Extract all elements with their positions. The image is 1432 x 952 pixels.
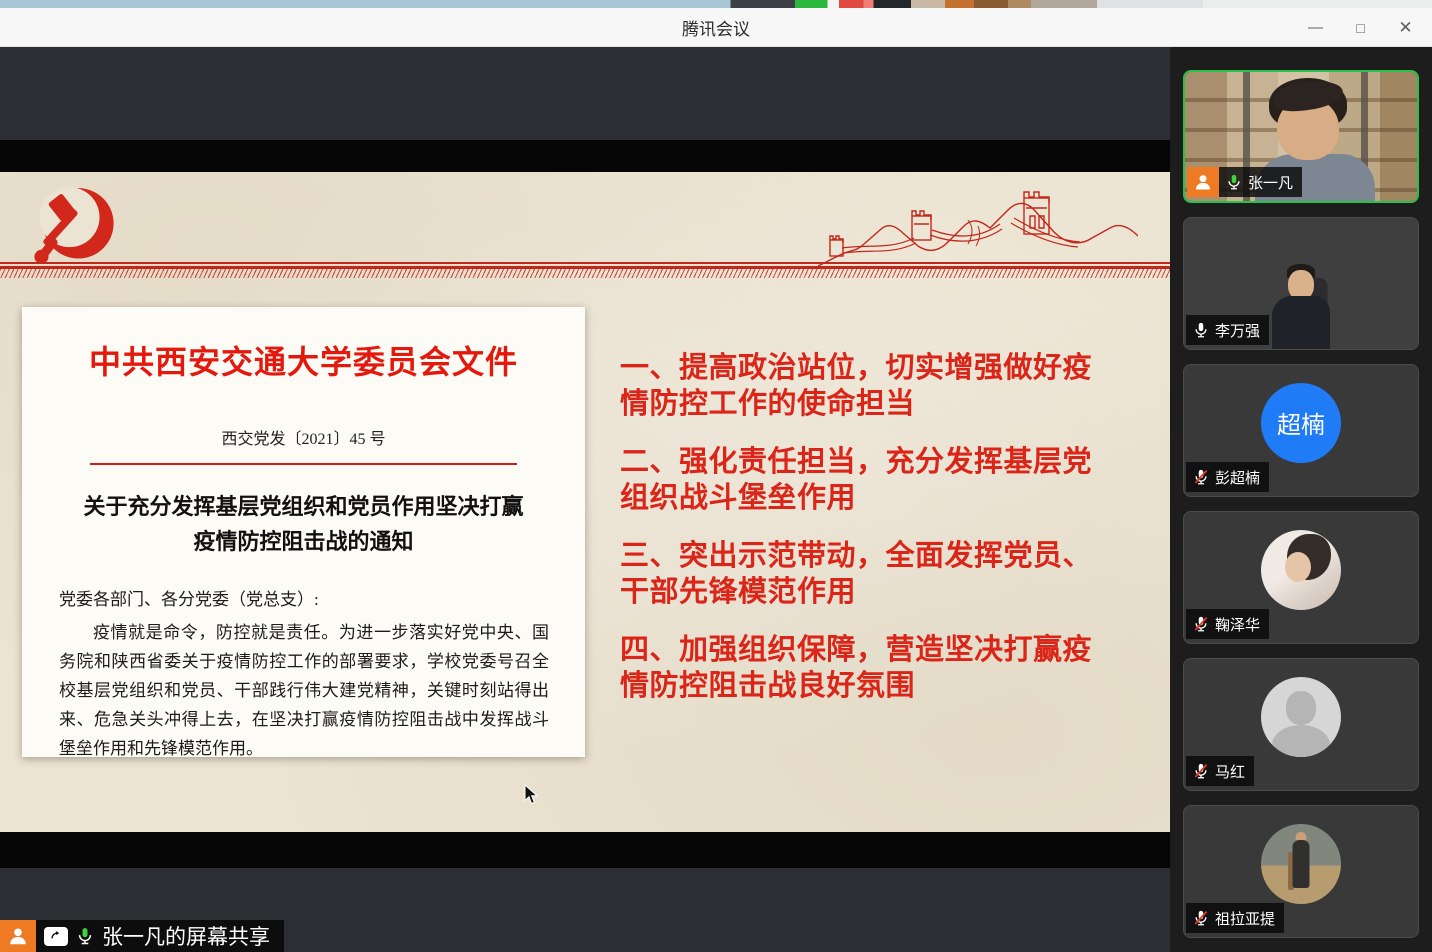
document-salutation: 党委各部门、各分党委（党总支）: bbox=[59, 590, 319, 609]
screen-share-banner: 张一凡的屏幕共享 bbox=[0, 920, 284, 952]
host-badge-icon bbox=[1187, 167, 1219, 197]
document-red-rule bbox=[89, 463, 518, 465]
slide-point-2: 二、强化责任担当，充分发挥基层党组织战斗堡垒作用 bbox=[620, 446, 1093, 514]
participant-tile-liwanqiang[interactable]: 李万强 bbox=[1183, 217, 1419, 350]
slide-point-4: 四、加强组织保障，营造坚决打赢疫情防控阻击战良好氛围 bbox=[620, 634, 1093, 702]
mouse-cursor bbox=[524, 784, 538, 805]
document-title: 关于充分发挥基层党组织和党员作用坚决打赢 疫情防控阻击战的通知 bbox=[22, 489, 585, 559]
window-title: 腾讯会议 bbox=[682, 20, 750, 39]
maximize-button[interactable]: □ bbox=[1338, 8, 1383, 47]
tencent-meeting-window: 腾讯会议 — □ ✕ 中共西安交通大学委员会文件 西交党发〔2021〕45 号 … bbox=[0, 0, 1432, 952]
title-bar: 腾讯会议 — □ ✕ bbox=[0, 8, 1432, 47]
meeting-main-area: 中共西安交通大学委员会文件 西交党发〔2021〕45 号 关于充分发挥基层党组织… bbox=[0, 47, 1432, 952]
document-title-line2: 疫情防控阻击战的通知 bbox=[193, 529, 414, 554]
mic-muted-icon bbox=[1194, 616, 1208, 632]
screen-share-banner-body: 张一凡的屏幕共享 bbox=[36, 920, 284, 952]
minimize-button[interactable]: — bbox=[1293, 8, 1338, 47]
slide-points: 一、提高政治站位，切实增强做好疫情防控工作的使命担当 二、强化责任担当，充分发挥… bbox=[620, 350, 1120, 726]
party-emblem-icon bbox=[26, 182, 122, 270]
participant-name: 鞠泽华 bbox=[1215, 616, 1261, 634]
shared-screen-stage: 中共西安交通大学委员会文件 西交党发〔2021〕45 号 关于充分发挥基层党组织… bbox=[0, 47, 1170, 952]
participant-name: 祖拉亚提 bbox=[1215, 910, 1276, 928]
document-number: 西交党发〔2021〕45 号 bbox=[221, 431, 386, 448]
mic-on-icon bbox=[1195, 322, 1207, 338]
document-body: 疫情就是命令，防控就是责任。为进一步落实好党中央、国务院和陕西省委关于疫情防控工… bbox=[59, 623, 549, 758]
avatar bbox=[1261, 529, 1341, 610]
participant-tile-mahong[interactable]: 马红 bbox=[1183, 658, 1419, 791]
letterbox-bottom bbox=[0, 832, 1170, 868]
great-wall-illustration bbox=[818, 184, 1138, 268]
slide-point-1: 一、提高政治站位，切实增强做好疫情防控工作的使命担当 bbox=[620, 352, 1093, 420]
window-controls: — □ ✕ bbox=[1293, 8, 1428, 47]
participant-sidebar: 张一凡 李万强 超楠 彭超楠 鞠泽华 马红 祖拉亚提 bbox=[1170, 47, 1432, 952]
participant-tile-juzehua[interactable]: 鞠泽华 bbox=[1183, 511, 1419, 644]
participant-name: 张一凡 bbox=[1248, 174, 1294, 192]
close-button[interactable]: ✕ bbox=[1383, 8, 1428, 47]
screen-share-label: 张一凡的屏幕共享 bbox=[102, 926, 270, 949]
avatar-silhouette bbox=[1261, 676, 1341, 757]
host-badge-icon bbox=[0, 920, 36, 952]
participant-tile-zulayati[interactable]: 祖拉亚提 bbox=[1183, 805, 1419, 938]
mic-on-icon bbox=[78, 928, 92, 945]
official-document: 中共西安交通大学委员会文件 西交党发〔2021〕45 号 关于充分发挥基层党组织… bbox=[22, 307, 585, 758]
screen-share-icon bbox=[44, 926, 68, 946]
avatar bbox=[1261, 823, 1341, 904]
participant-name: 马红 bbox=[1215, 763, 1246, 781]
document-title-line1: 关于充分发挥基层党组织和党员作用坚决打赢 bbox=[83, 494, 524, 519]
participant-name: 彭超楠 bbox=[1215, 469, 1261, 487]
letterbox-top bbox=[0, 140, 1170, 172]
participant-tile-pengchaonan[interactable]: 超楠 彭超楠 bbox=[1183, 364, 1419, 497]
slide-divider-hatch bbox=[0, 269, 1170, 278]
slide-point-3: 三、突出示范带动，全面发挥党员、干部先锋模范作用 bbox=[620, 540, 1093, 608]
mic-muted-icon bbox=[1194, 910, 1208, 926]
mic-muted-icon bbox=[1194, 763, 1208, 779]
mic-muted-icon bbox=[1194, 469, 1208, 485]
avatar: 超楠 bbox=[1261, 382, 1341, 463]
document-header: 中共西安交通大学委员会文件 bbox=[88, 344, 518, 380]
background-desktop-strip bbox=[0, 0, 1432, 8]
mic-on-icon bbox=[1228, 174, 1240, 190]
slide-divider-line-thin bbox=[0, 262, 1170, 264]
participant-name: 李万强 bbox=[1215, 322, 1261, 340]
participant-tile-zhangyifan[interactable]: 张一凡 bbox=[1183, 70, 1419, 203]
presentation-slide: 中共西安交通大学委员会文件 西交党发〔2021〕45 号 关于充分发挥基层党组织… bbox=[0, 172, 1170, 832]
